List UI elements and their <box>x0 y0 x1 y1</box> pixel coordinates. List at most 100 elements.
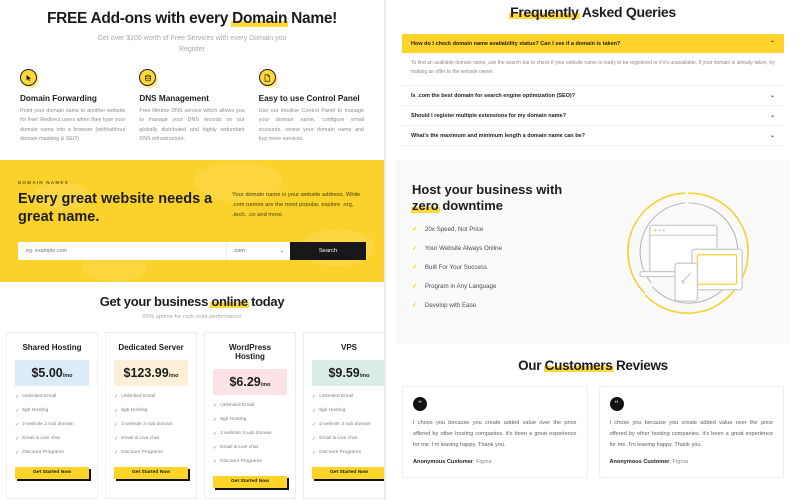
pricing-title-highlight: online <box>210 293 250 309</box>
faq-question-text: Should I register multiple extensions fo… <box>411 112 566 119</box>
check-icon: ✓ <box>312 407 317 414</box>
faq-question-text: What's the maximum and minimum length a … <box>411 132 585 139</box>
faq-accordion: How do I check domain name availability … <box>402 34 784 146</box>
check-icon: ✓ <box>15 407 20 414</box>
devices-laptop-tablet-phone-illustration <box>627 192 749 314</box>
hosting-feature-label: Program in Any Language <box>424 282 497 290</box>
check-icon: ✓ <box>213 444 218 451</box>
tld-select-value: .com <box>233 247 245 254</box>
plan-feature-label: Unlimited Email <box>319 394 354 400</box>
hosting-heading: Host your business with zero downtime <box>411 182 598 214</box>
quote-mark-icon: “ <box>609 397 624 411</box>
pricing-subtitle: 99% uptime for rock solid performance <box>142 313 242 320</box>
plan-price: $9.59/mo <box>312 359 384 386</box>
document-icon <box>258 69 276 86</box>
check-icon: ✓ <box>15 435 20 442</box>
domain-search-button[interactable]: Search <box>290 241 366 260</box>
plan-feature-label: Email & Live chat <box>121 436 159 442</box>
plan-feature: ✓ Unlimited Email <box>15 394 89 400</box>
domain-search-input[interactable] <box>18 241 226 260</box>
addons-subtitle: Get over $100 worth of Free Services wit… <box>14 33 370 55</box>
cursor-pointer-icon <box>20 69 37 86</box>
check-icon: ✓ <box>412 226 418 233</box>
faq-title: Frequently Asked Queries <box>402 4 784 20</box>
hero-paragraph: Your domain name is your website address… <box>232 191 361 218</box>
chevron-down-icon: ⌄ <box>769 113 775 119</box>
review-card: “ I chose you because you create added v… <box>402 386 588 478</box>
faq-item: How do I check domain name availability … <box>402 34 784 86</box>
faq-question[interactable]: Is .com the best domain for search engin… <box>402 86 784 105</box>
plan-feature-label: 5gb Hosting <box>121 408 148 414</box>
hosting-heading-highlight: zero <box>411 198 440 213</box>
hero-heading-line1: Every great website needs a <box>18 190 213 207</box>
reviews-title-after: Reviews <box>612 358 668 373</box>
hosting-feature-label: Develop with Ease <box>424 301 477 309</box>
review-author-name: Anonymous Customer <box>609 459 670 465</box>
get-started-button[interactable]: Get Started Now <box>312 466 384 481</box>
reviews-card-row: “ I chose you because you create added v… <box>402 386 784 478</box>
pricing-title-after: today <box>247 293 285 309</box>
pricing-card: VPS $9.59/mo ✓ Unlimited Email ✓ 5gb Hostin… <box>303 331 384 499</box>
get-started-button[interactable]: Get Started Now <box>114 466 190 481</box>
hero-heading: Every great website needs a great name. <box>18 190 218 226</box>
faq-question[interactable]: How do I check domain name availability … <box>402 34 784 53</box>
addons-feature-row: Domain Forwarding Point your domain name… <box>14 69 370 145</box>
check-icon: ✓ <box>114 407 119 414</box>
review-author-company: Figma <box>476 459 492 465</box>
plan-price-amount: $6.29 <box>229 374 261 389</box>
review-text: I chose you because you create added val… <box>609 420 774 448</box>
feature-title: Domain Forwarding <box>20 94 97 103</box>
check-icon: ✓ <box>412 302 418 309</box>
plan-feature: ✓ Discount Programe <box>114 450 188 456</box>
hosting-content: Host your business with zero downtime ✓ 2… <box>411 182 598 322</box>
faq-question[interactable]: Should I register multiple extensions fo… <box>402 106 784 125</box>
plan-name: VPS <box>340 342 357 352</box>
check-icon: ✓ <box>213 416 218 423</box>
addons-section: FREE Add-ons with every Domain Name! Get… <box>0 0 384 145</box>
faq-item: What's the maximum and minimum length a … <box>402 126 784 146</box>
check-icon: ✓ <box>15 449 20 456</box>
plan-feature: ✓ 2 website 3 sub domain <box>312 422 384 428</box>
check-icon: ✓ <box>114 393 119 400</box>
plan-feature-list: ✓ Unlimited Email ✓ 5gb Hosting ✓ 2 website 3… <box>15 394 89 456</box>
domain-search-bar: .com ⌄ Search <box>18 241 366 260</box>
hosting-heading-line1: Host your business with <box>412 182 563 197</box>
plan-feature: ✓ 2 website 3 sub domain <box>114 422 188 428</box>
reviews-title: Our Customers Reviews <box>402 358 784 373</box>
plan-price-amount: $9.59 <box>328 365 360 380</box>
plan-price: $6.29/mo <box>213 368 287 395</box>
addons-title-after: Name! <box>287 10 338 27</box>
check-icon: ✓ <box>312 435 317 442</box>
get-started-button[interactable]: Get Started Now <box>213 475 289 490</box>
get-started-button[interactable]: Get Started Now <box>15 466 91 481</box>
domain-search-hero: DOMAIN NAMES Every great website needs a… <box>0 159 384 282</box>
tld-select[interactable]: .com ⌄ <box>226 241 290 260</box>
plan-price-period: /mo <box>62 372 73 379</box>
addons-subtitle-line2: Register <box>178 46 206 53</box>
check-icon: ✓ <box>412 245 418 252</box>
check-icon: ✓ <box>213 402 218 409</box>
check-icon: ✓ <box>312 449 317 456</box>
check-icon: ✓ <box>213 458 218 465</box>
database-icon <box>139 69 157 86</box>
plan-feature: ✓ Unlimited Email <box>213 403 287 409</box>
pricing-section: Get your business online today 99% uptim… <box>0 282 384 499</box>
faq-question[interactable]: What's the maximum and minimum length a … <box>402 126 784 145</box>
check-icon: ✓ <box>412 264 418 271</box>
faq-title-after: Asked Queries <box>578 4 676 20</box>
addons-title-before: FREE Add-ons with every <box>46 10 233 27</box>
addons-title: FREE Add-ons with every Domain Name! <box>14 10 370 28</box>
check-icon: ✓ <box>213 430 218 437</box>
plan-price-period: /mo <box>260 381 271 388</box>
plan-feature-label: Discount Programe <box>22 450 65 456</box>
plan-feature: ✓ Discount Programe <box>312 450 384 456</box>
plan-feature-label: Discount Programe <box>220 459 263 465</box>
plan-feature-label: Email & Live chat <box>220 445 258 451</box>
plan-feature-label: 2 website 3 sub domain <box>220 431 272 437</box>
hosting-feature-label: Built For Your Success <box>424 263 488 271</box>
plan-feature-list: ✓ Unlimited Email ✓ 5gb Hosting ✓ 2 website 3… <box>312 394 384 456</box>
feature-desc: Use our intuitive Control Panel to manag… <box>258 108 364 143</box>
hero-eyebrow: DOMAIN NAMES <box>18 179 69 185</box>
check-icon: ✓ <box>114 421 119 428</box>
plan-price: $5.00/mo <box>15 359 89 386</box>
